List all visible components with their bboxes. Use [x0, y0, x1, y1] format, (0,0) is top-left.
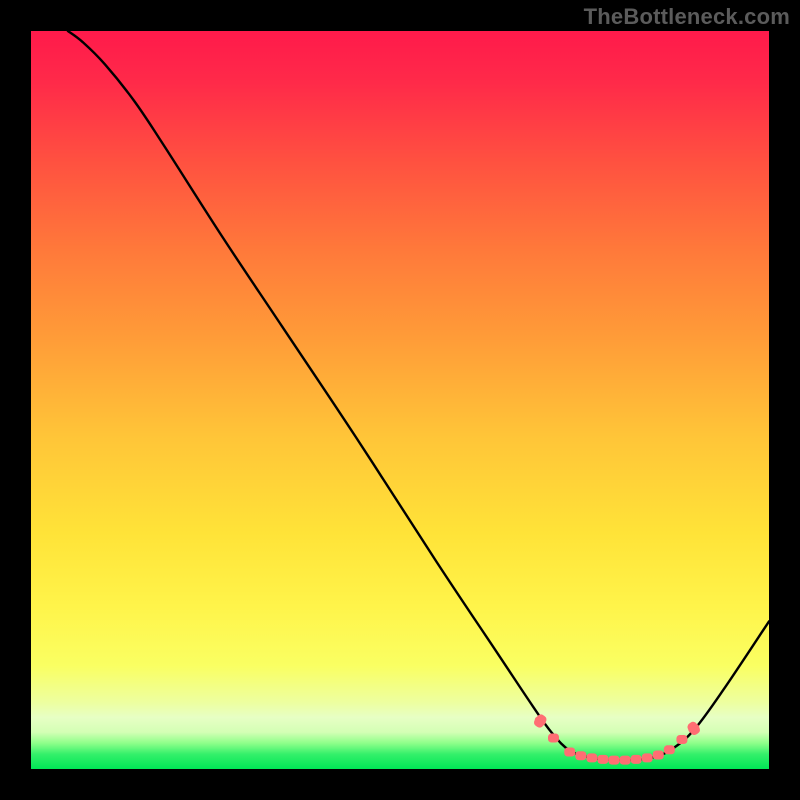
optimal-marker-dot — [676, 735, 687, 744]
optimal-marker-dot — [586, 753, 597, 762]
optimal-marker-dot — [642, 753, 653, 762]
plot-area — [31, 31, 769, 769]
optimal-marker-dot — [664, 745, 675, 754]
chart-frame: TheBottleneck.com — [0, 0, 800, 800]
chart-canvas — [31, 31, 769, 769]
watermark-text: TheBottleneck.com — [584, 4, 790, 30]
gradient-background — [31, 31, 769, 769]
optimal-marker-dot — [631, 755, 642, 764]
optimal-marker-dot — [575, 751, 586, 760]
optimal-marker-dot — [597, 755, 608, 764]
optimal-marker-dot — [620, 756, 631, 765]
optimal-marker-dot — [609, 756, 620, 765]
optimal-marker-dot — [548, 734, 559, 743]
optimal-marker-dot — [653, 750, 664, 759]
optimal-marker-dot — [564, 748, 575, 757]
